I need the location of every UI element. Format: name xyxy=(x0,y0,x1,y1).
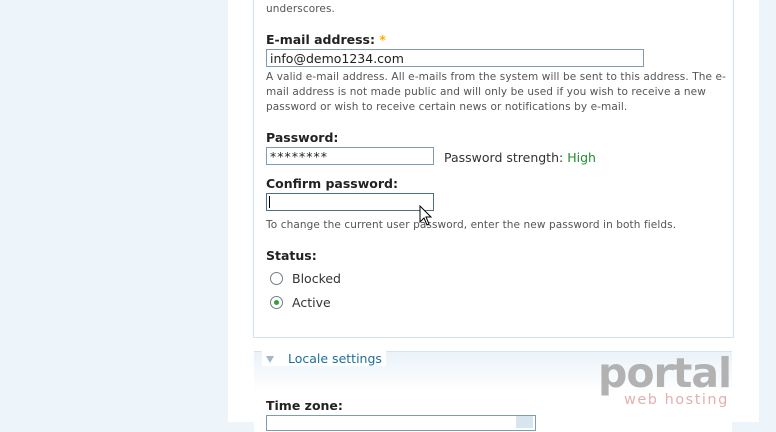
email-label-text: E-mail address: xyxy=(266,32,375,47)
password-label: Password: xyxy=(266,130,338,145)
confirm-password-description: To change the current user password, ent… xyxy=(266,218,728,233)
required-mark: * xyxy=(379,32,386,47)
locale-legend-toggle[interactable]: Locale settings xyxy=(262,351,386,366)
timezone-label: Time zone: xyxy=(266,398,343,413)
confirm-password-label: Confirm password: xyxy=(266,176,398,191)
status-option-blocked[interactable]: Blocked xyxy=(270,271,341,286)
locale-legend-label: Locale settings xyxy=(288,351,382,366)
timezone-select[interactable] xyxy=(266,415,536,431)
confirm-password-field[interactable] xyxy=(266,193,434,211)
username-description: underscores. xyxy=(266,2,728,17)
password-field[interactable] xyxy=(266,147,434,165)
email-label: E-mail address: * xyxy=(266,32,386,47)
radio-active-label: Active xyxy=(292,295,331,310)
radio-blocked[interactable] xyxy=(270,272,283,285)
status-option-active[interactable]: Active xyxy=(270,295,331,310)
password-strength: Password strength: High xyxy=(444,150,596,165)
radio-blocked-label: Blocked xyxy=(292,271,341,286)
status-label: Status: xyxy=(266,248,317,263)
collapse-triangle-icon xyxy=(266,356,274,363)
password-strength-value: High xyxy=(567,150,596,165)
watermark-brand: portal xyxy=(598,352,748,394)
email-description: A valid e-mail address. All e-mails from… xyxy=(266,70,728,115)
dropdown-arrow-icon[interactable] xyxy=(516,416,533,428)
watermark-logo: portal web hosting xyxy=(598,352,748,414)
radio-active[interactable] xyxy=(270,296,283,309)
password-strength-label: Password strength: xyxy=(444,150,563,165)
mouse-pointer-icon xyxy=(419,205,433,227)
page-background-right xyxy=(759,0,776,422)
email-field[interactable] xyxy=(266,49,644,67)
text-caret xyxy=(269,196,270,208)
